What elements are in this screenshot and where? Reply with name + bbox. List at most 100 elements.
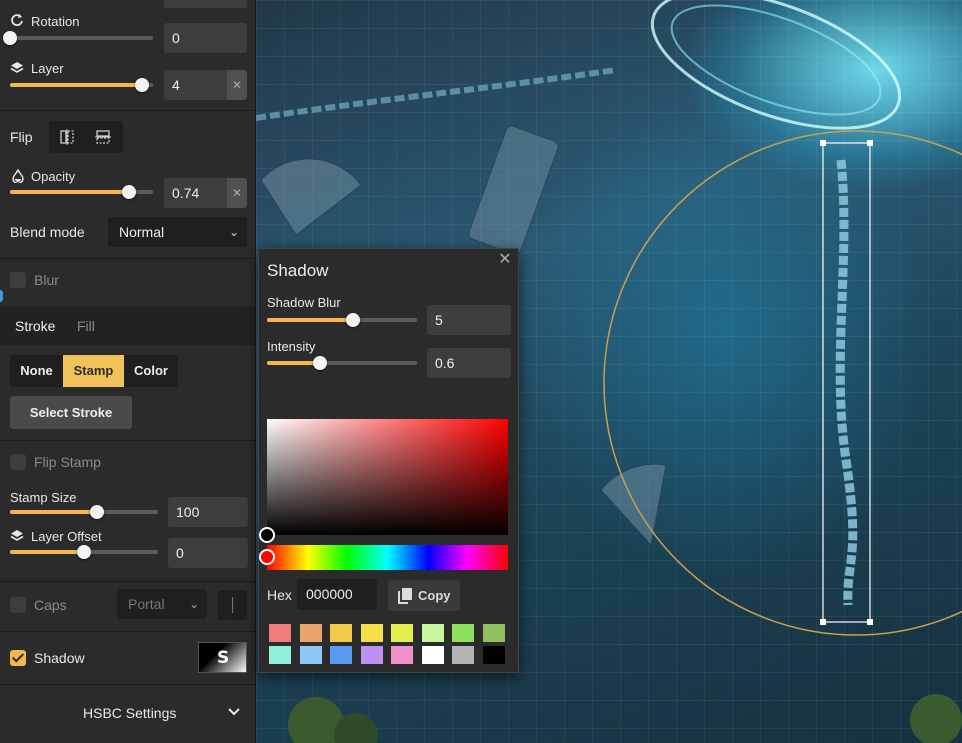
flip-stamp-label: Flip Stamp xyxy=(34,454,101,470)
blend-mode-label: Blend mode xyxy=(10,224,85,240)
selection-circle xyxy=(603,130,962,636)
glowing-portal xyxy=(650,0,902,130)
color-swatch[interactable] xyxy=(391,624,413,642)
opacity-value: 0.74 xyxy=(172,185,200,201)
shadow-preview-button[interactable]: S xyxy=(198,642,247,673)
caps-checkbox[interactable] xyxy=(10,597,26,613)
stamp-size-input[interactable]: 100 xyxy=(168,497,248,527)
hsbc-settings-label[interactable]: HSBC Settings xyxy=(83,705,176,721)
color-swatch[interactable] xyxy=(452,646,474,664)
copy-button[interactable]: Copy xyxy=(388,580,460,611)
layer-offset-slider[interactable] xyxy=(10,545,158,559)
layers-icon xyxy=(10,62,24,73)
rotation-input[interactable]: 0 xyxy=(164,23,247,53)
hue-cursor[interactable] xyxy=(259,549,275,565)
shadow-blur-slider[interactable] xyxy=(267,313,417,327)
layer-offset-label: Layer Offset xyxy=(31,529,102,544)
hex-input[interactable]: 000000 xyxy=(297,579,377,610)
color-swatch[interactable] xyxy=(299,646,322,664)
chain-decoration xyxy=(256,67,617,121)
flip-stamp-checkbox[interactable] xyxy=(10,454,26,470)
intensity-slider-knob[interactable] xyxy=(312,356,327,370)
shadow-blur-input[interactable]: 5 xyxy=(427,305,511,335)
chain-stamp xyxy=(835,159,858,606)
color-swatch[interactable] xyxy=(330,624,352,642)
blur-checkbox[interactable] xyxy=(10,272,26,288)
color-swatch[interactable] xyxy=(452,624,474,642)
saturation-value-picker[interactable] xyxy=(267,419,508,535)
opacity-input[interactable]: 0.74 ✕ xyxy=(164,178,247,208)
flip-group xyxy=(49,121,123,153)
rotation-label: Rotation xyxy=(31,14,80,29)
color-swatch[interactable] xyxy=(391,646,413,664)
color-swatch[interactable] xyxy=(330,646,352,664)
stamp-size-slider[interactable] xyxy=(10,505,158,519)
layer-offset-input[interactable]: 0 xyxy=(168,538,248,568)
color-swatch[interactable] xyxy=(482,646,505,664)
hue-slider[interactable] xyxy=(267,545,508,570)
scale-field[interactable] xyxy=(164,0,247,8)
shadow-blur-slider-knob[interactable] xyxy=(345,313,360,327)
opacity-slider[interactable] xyxy=(10,185,153,199)
clear-opacity-icon[interactable]: ✕ xyxy=(227,178,247,208)
caps-select[interactable]: Portal ⌄ xyxy=(117,589,207,619)
intensity-label: Intensity xyxy=(267,339,316,354)
caps-label: Caps xyxy=(34,597,67,613)
rotate-icon xyxy=(11,14,23,26)
shadow-popup-title: Shadow xyxy=(267,261,329,280)
panel-edge-handle[interactable] xyxy=(0,290,3,302)
stroke-none-button[interactable]: None xyxy=(10,355,63,387)
tab-stroke[interactable]: Stroke xyxy=(15,318,55,334)
color-swatch[interactable] xyxy=(299,624,322,642)
layer-offset-slider-knob[interactable] xyxy=(77,545,91,559)
tab-fill[interactable]: Fill xyxy=(77,318,95,334)
copy-label: Copy xyxy=(418,588,451,603)
chevron-down-icon[interactable] xyxy=(227,707,241,717)
layer-slider-knob[interactable] xyxy=(134,78,149,92)
saturation-value-cursor[interactable] xyxy=(259,527,275,543)
layer-label: Layer xyxy=(31,61,64,76)
shadow-checkbox[interactable] xyxy=(10,650,26,666)
color-swatch[interactable] xyxy=(421,624,444,642)
chevron-down-icon: ⌄ xyxy=(188,597,199,611)
flip-label: Flip xyxy=(10,129,33,145)
color-swatch[interactable] xyxy=(482,624,505,642)
clear-layer-icon[interactable]: ✕ xyxy=(227,70,247,100)
blend-mode-value: Normal xyxy=(119,224,165,240)
stairs-fan xyxy=(260,158,362,236)
color-swatch[interactable] xyxy=(421,646,444,664)
shadow-blur-label: Shadow Blur xyxy=(267,295,341,310)
blend-mode-select[interactable]: Normal ⌄ xyxy=(108,217,247,247)
chevron-down-icon: ⌄ xyxy=(228,225,239,239)
shadow-label: Shadow xyxy=(34,650,85,666)
color-swatch[interactable] xyxy=(360,646,383,664)
color-swatch[interactable] xyxy=(269,624,291,642)
blur-label: Blur xyxy=(34,272,59,288)
layer-slider[interactable] xyxy=(10,78,153,92)
rotation-slider[interactable] xyxy=(3,31,153,45)
hex-label: Hex xyxy=(267,587,292,603)
properties-panel: Rotation 0 Layer 4 ✕ Flip Opacity 0.74 ✕… xyxy=(0,0,256,743)
shadow-preview-letter: S xyxy=(217,648,230,668)
stamp-size-label: Stamp Size xyxy=(10,490,77,505)
flip-vertical-icon[interactable] xyxy=(95,129,111,145)
rotation-slider-knob[interactable] xyxy=(3,31,17,45)
stroke-stamp-button[interactable]: Stamp xyxy=(63,355,124,387)
flip-horizontal-icon[interactable] xyxy=(59,129,75,145)
color-swatch[interactable] xyxy=(269,646,291,664)
layers-icon xyxy=(10,530,24,541)
close-icon[interactable]: ✕ xyxy=(496,251,514,269)
opacity-slider-knob[interactable] xyxy=(121,185,136,199)
select-stroke-button[interactable]: Select Stroke xyxy=(10,396,132,429)
stamp-size-slider-knob[interactable] xyxy=(90,505,105,519)
stroke-color-button[interactable]: Color xyxy=(124,355,178,387)
opacity-drop-icon xyxy=(12,169,24,183)
layer-input[interactable]: 4 ✕ xyxy=(164,70,247,100)
stairs-straight xyxy=(468,125,559,255)
intensity-input[interactable]: 0.6 xyxy=(427,348,511,378)
color-swatch[interactable] xyxy=(360,624,383,642)
caps-preview[interactable] xyxy=(218,590,247,620)
intensity-slider[interactable] xyxy=(267,356,417,370)
shadow-popup: Shadow ✕ Shadow Blur 5 Intensity 0.6 Hex… xyxy=(258,248,519,673)
layer-value: 4 xyxy=(172,77,180,93)
